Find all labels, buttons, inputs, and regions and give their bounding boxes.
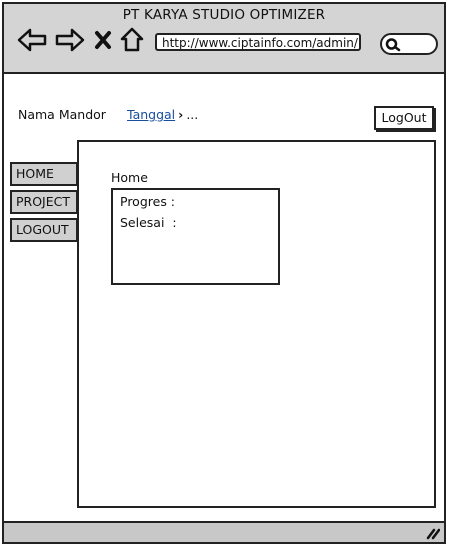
progress-summary-box: Progres : Selesai : bbox=[111, 188, 280, 285]
search-input[interactable] bbox=[380, 33, 438, 55]
page-title: Home bbox=[111, 170, 148, 185]
mandor-name-label: Nama Mandor bbox=[18, 107, 106, 122]
breadcrumb-link-tanggal[interactable]: Tanggal bbox=[127, 107, 175, 122]
back-arrow-icon[interactable] bbox=[16, 26, 48, 54]
sidebar-item-home[interactable]: HOME bbox=[10, 162, 78, 186]
done-label: Selesai : bbox=[120, 215, 177, 230]
breadcrumb: Tanggal ›... bbox=[127, 107, 198, 122]
resize-grip-icon[interactable] bbox=[424, 526, 440, 540]
breadcrumb-chevron-icon: › bbox=[178, 107, 184, 122]
progress-label: Progres : bbox=[120, 194, 176, 209]
browser-window: PT KARYA STUDIO OPTIMIZER http://www.cip… bbox=[2, 2, 446, 544]
breadcrumb-current: ... bbox=[186, 107, 199, 122]
search-icon bbox=[385, 38, 401, 52]
url-input[interactable]: http://www.ciptainfo.com/admin/ bbox=[155, 33, 361, 51]
logout-button[interactable]: LogOut bbox=[374, 106, 434, 130]
home-icon[interactable] bbox=[119, 26, 145, 54]
window-title: PT KARYA STUDIO OPTIMIZER bbox=[122, 7, 326, 23]
forward-arrow-icon[interactable] bbox=[54, 26, 86, 54]
close-icon[interactable] bbox=[92, 26, 114, 54]
status-bar bbox=[4, 521, 444, 542]
sidebar-item-logout[interactable]: LOGOUT bbox=[10, 218, 78, 242]
sidebar-item-project[interactable]: PROJECT bbox=[10, 190, 78, 214]
browser-toolbar: PT KARYA STUDIO OPTIMIZER http://www.cip… bbox=[4, 4, 444, 74]
